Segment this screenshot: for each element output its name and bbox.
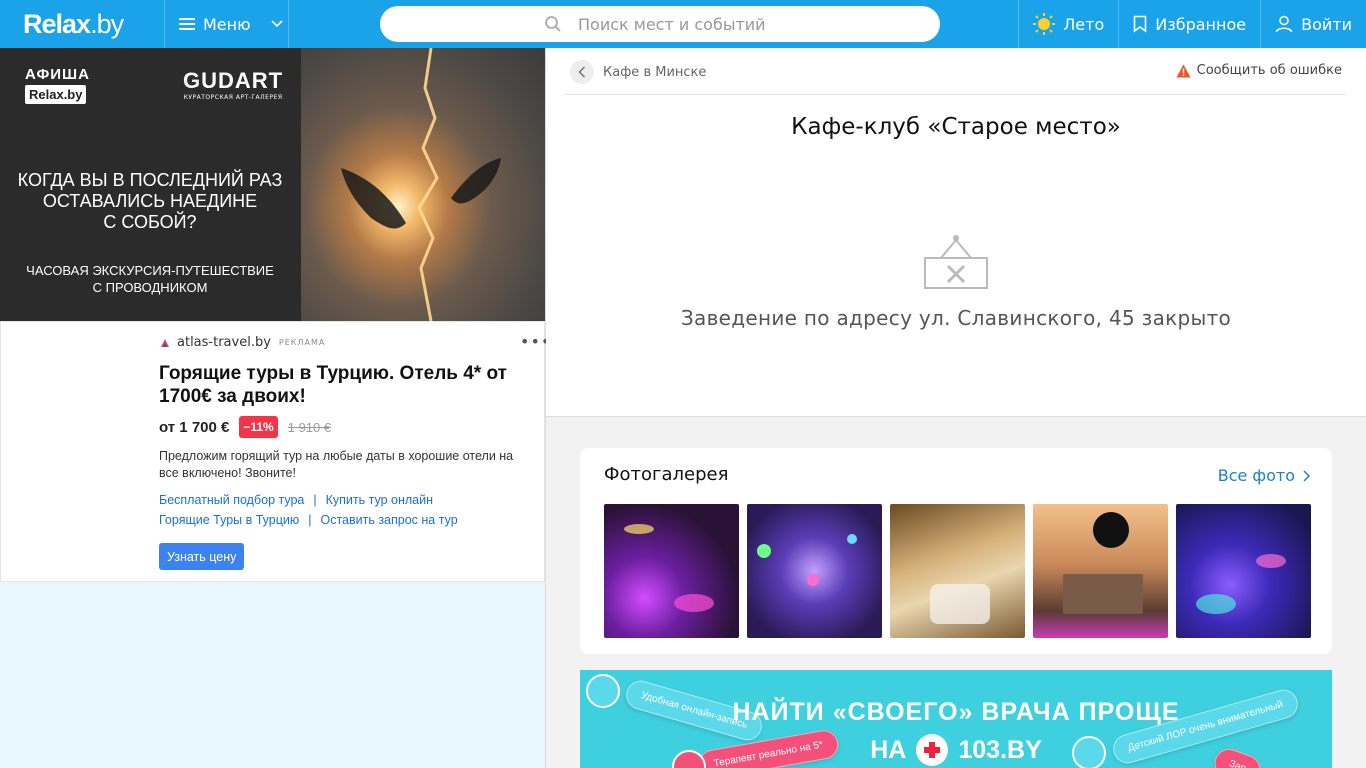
gallery-thumb-2[interactable] <box>747 504 882 638</box>
afisha-banner[interactable]: АФИША Relax.by GUDART КУРАТОРСКАЯ АРТ-ГА… <box>0 48 545 321</box>
ad-links: Бесплатный подбор тура | Купить тур онлайн… <box>159 490 458 530</box>
all-photos-link[interactable]: Все фото <box>1218 466 1310 485</box>
banner-sub-line: С ПРОВОДНИКОМ <box>92 280 208 295</box>
avatar <box>1072 736 1106 768</box>
atlas-logo-icon <box>161 338 169 347</box>
promo-brand: 103.BY <box>958 735 1042 764</box>
promo-on: НА <box>870 735 907 764</box>
ad-link[interactable]: Бесплатный подбор тура <box>159 493 304 507</box>
promo-banner-103by[interactable]: Удобная онлайн-запись Терапевт реально н… <box>580 670 1332 768</box>
search-icon <box>545 16 561 32</box>
ad-price-row: от 1 700 € −11% 1 910 € <box>159 416 331 438</box>
gallery-thumb-1[interactable] <box>604 504 739 638</box>
banner-headline-line: КОГДА ВЫ В ПОСЛЕДНИЙ РАЗ <box>17 170 283 190</box>
menu-button[interactable]: Меню <box>165 0 289 48</box>
page-title: Кафе-клуб «Старое место» <box>791 114 1121 140</box>
ad-cta-button[interactable]: Узнать цену <box>159 543 245 570</box>
banner-headline-line: ОСТАВАЛИСЬ НАЕДИНЕ <box>42 191 258 211</box>
ad-price: от 1 700 € <box>159 418 230 436</box>
photo-gallery: Фотогалерея Все фото <box>580 448 1332 654</box>
menu-label: Меню <box>203 14 251 34</box>
ad-source[interactable]: atlas-travel.by РЕКЛАМА <box>159 335 325 350</box>
login-label: Войти <box>1301 14 1352 34</box>
top-header: Relax.by Меню Лето Избранное Войти <box>0 0 1366 48</box>
ad-link[interactable]: Горящие Туры в Турцию <box>159 513 299 527</box>
afisha-word: АФИША <box>25 66 90 83</box>
gallery-title: Фотогалерея <box>604 464 729 485</box>
ad-block: atlas-travel.by РЕКЛАМА ••• Горящие туры… <box>0 321 550 582</box>
favorites-label: Избранное <box>1155 14 1247 34</box>
banner-headline: КОГДА ВЫ В ПОСЛЕДНИЙ РАЗ ОСТАВАЛИСЬ НАЕД… <box>0 170 300 233</box>
medical-cross-icon <box>916 734 949 766</box>
chevron-right-icon <box>1303 469 1310 482</box>
closed-sign-icon <box>924 235 988 289</box>
ad-tag: РЕКЛАМА <box>278 338 326 347</box>
closed-message: Заведение по адресу ул. Славинского, 45 … <box>680 306 1232 330</box>
afisha-brand: Relax.by <box>25 85 87 104</box>
left-sidebar: АФИША Relax.by GUDART КУРАТОРСКАЯ АРТ-ГА… <box>0 48 550 768</box>
gallery-thumbs <box>604 504 1311 638</box>
ad-title[interactable]: Горящие туры в Турцию. Отель 4* от 1700€… <box>159 362 509 408</box>
gudart-name: GUDART <box>183 68 284 93</box>
login-button[interactable]: Войти <box>1260 0 1366 48</box>
warning-icon <box>1176 64 1191 77</box>
banner-headline-line: С СОБОЙ? <box>103 212 197 232</box>
season-label: Лето <box>1063 14 1105 34</box>
gallery-thumb-5[interactable] <box>1176 504 1311 638</box>
gallery-thumb-3[interactable] <box>890 504 1025 638</box>
bookmark-icon <box>1133 15 1147 33</box>
breadcrumb-label[interactable]: Кафе в Минске <box>603 65 706 80</box>
chevron-down-icon <box>271 20 283 28</box>
favorites-button[interactable]: Избранное <box>1118 0 1260 48</box>
gallery-thumb-4[interactable] <box>1033 504 1168 638</box>
afisha-logo: АФИША Relax.by <box>25 66 90 104</box>
season-button[interactable]: Лето <box>1018 0 1118 48</box>
gudart-logo: GUDART КУРАТОРСКАЯ АРТ-ГАЛЕРЕЯ <box>183 68 283 101</box>
place-header: Кафе в Минске Сообщить об ошибке Кафе-кл… <box>546 48 1366 417</box>
logo-suffix: .by <box>90 8 124 39</box>
ad-link[interactable]: Оставить запрос на тур <box>320 513 457 527</box>
all-photos-label: Все фото <box>1217 466 1295 485</box>
content-area: Фотогалерея Все фото Удобная онлайн-запи… <box>546 417 1366 768</box>
logo-main: Relax <box>23 8 91 39</box>
gudart-sub: КУРАТОРСКАЯ АРТ-ГАЛЕРЕЯ <box>183 94 283 101</box>
hamburger-icon <box>179 18 195 30</box>
search-input[interactable] <box>544 14 904 34</box>
user-icon <box>1275 15 1293 33</box>
right-nav: Лето Избранное Войти <box>1018 0 1366 48</box>
banner-sub-line: ЧАСОВАЯ ЭКСКУРСИЯ-ПУТЕШЕСТВИЕ <box>26 263 274 278</box>
link-separator: | <box>313 493 317 507</box>
hands-image <box>341 48 501 321</box>
ad-description: Предложим горящий тур на любые даты в хо… <box>159 449 514 480</box>
divider <box>563 94 1346 95</box>
search-box[interactable] <box>380 6 940 42</box>
ad-link[interactable]: Купить тур онлайн <box>326 493 433 507</box>
ad-discount-badge: −11% <box>239 416 278 438</box>
ad-old-price: 1 910 € <box>287 419 332 435</box>
site-logo[interactable]: Relax .by <box>0 0 165 48</box>
banner-photo <box>301 48 545 321</box>
link-separator: | <box>308 513 312 527</box>
report-label: Сообщить об ошибке <box>1196 63 1342 78</box>
sun-icon <box>1033 13 1056 35</box>
chevron-left-icon <box>578 66 586 78</box>
back-button[interactable] <box>570 60 594 84</box>
report-error-link[interactable]: Сообщить об ошибке <box>1176 63 1342 78</box>
ad-source-domain: atlas-travel.by <box>177 335 271 350</box>
breadcrumb[interactable]: Кафе в Минске <box>570 60 706 84</box>
banner-subline: ЧАСОВАЯ ЭКСКУРСИЯ-ПУТЕШЕСТВИЕ С ПРОВОДНИ… <box>0 262 300 296</box>
